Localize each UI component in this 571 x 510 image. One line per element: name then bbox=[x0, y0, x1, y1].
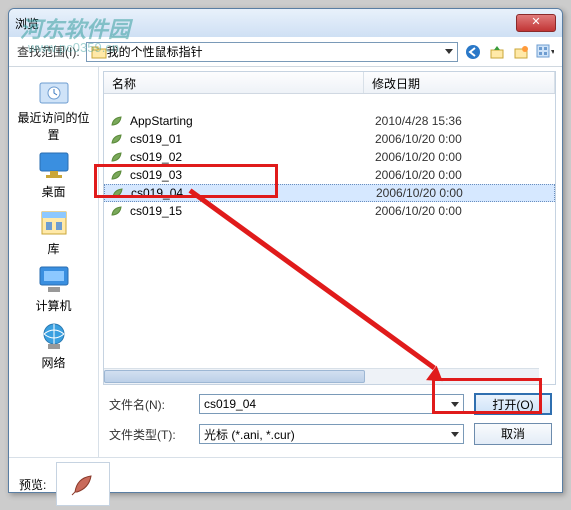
file-name: cs019_01 bbox=[130, 132, 375, 146]
new-folder-icon[interactable] bbox=[512, 43, 530, 61]
file-row[interactable]: cs019_032006/10/20 0:00 bbox=[104, 166, 555, 184]
cursor-file-icon bbox=[111, 187, 125, 199]
sidebar-item-label: 桌面 bbox=[41, 183, 65, 200]
cursor-file-icon bbox=[110, 151, 124, 163]
sidebar-item-network[interactable]: 网络 bbox=[11, 318, 96, 373]
filetype-label: 文件类型(T): bbox=[109, 426, 189, 443]
col-date[interactable]: 修改日期 bbox=[364, 72, 555, 93]
sidebar-item-libraries[interactable]: 库 bbox=[11, 204, 96, 259]
lookin-value: 我的个性鼠标指针 bbox=[107, 43, 445, 60]
file-list[interactable]: 名称 修改日期 AppStarting2010/4/28 15:36cs019_… bbox=[103, 71, 556, 385]
filename-value: cs019_04 bbox=[204, 397, 451, 411]
file-row[interactable]: cs019_042006/10/20 0:00 bbox=[104, 184, 555, 202]
sidebar-item-recent[interactable]: 最近访问的位置 bbox=[11, 73, 96, 145]
sidebar-item-label: 网络 bbox=[41, 354, 65, 371]
back-icon[interactable] bbox=[464, 43, 482, 61]
toolbar: 查找范围(I): 我的个性鼠标指针 bbox=[9, 37, 562, 67]
computer-icon bbox=[36, 263, 72, 295]
folder-icon bbox=[91, 45, 107, 59]
chevron-down-icon bbox=[451, 402, 459, 407]
filetype-combo[interactable]: 光标 (*.ani, *.cur) bbox=[199, 424, 464, 444]
view-menu-icon[interactable] bbox=[536, 43, 554, 61]
filetype-value: 光标 (*.ani, *.cur) bbox=[204, 426, 451, 443]
lookin-combo[interactable]: 我的个性鼠标指针 bbox=[86, 42, 458, 62]
recent-icon bbox=[36, 75, 72, 107]
close-button[interactable]: ✕ bbox=[516, 14, 556, 32]
file-date: 2006/10/20 0:00 bbox=[375, 204, 462, 218]
col-name[interactable]: 名称 bbox=[104, 72, 364, 93]
cancel-button[interactable]: 取消 bbox=[474, 423, 552, 445]
up-folder-icon[interactable] bbox=[488, 43, 506, 61]
sidebar-item-label: 计算机 bbox=[35, 297, 71, 314]
horizontal-scrollbar[interactable] bbox=[104, 368, 539, 384]
file-name: cs019_04 bbox=[131, 186, 376, 200]
preview-bar: 预览: bbox=[9, 457, 562, 510]
file-name: cs019_03 bbox=[130, 168, 375, 182]
window-title: 浏览 bbox=[15, 15, 516, 32]
network-icon bbox=[36, 320, 72, 352]
sidebar-item-label: 库 bbox=[47, 240, 59, 257]
filename-label: 文件名(N): bbox=[109, 396, 189, 413]
leaf-cursor-icon bbox=[69, 470, 97, 498]
file-date: 2006/10/20 0:00 bbox=[375, 168, 462, 182]
cursor-file-icon bbox=[110, 133, 124, 145]
sidebar-item-label: 最近访问的位置 bbox=[13, 109, 94, 143]
file-row[interactable]: AppStarting2010/4/28 15:36 bbox=[104, 112, 555, 130]
file-name: AppStarting bbox=[130, 114, 375, 128]
lookin-label: 查找范围(I): bbox=[17, 43, 80, 60]
libraries-icon bbox=[36, 206, 72, 238]
desktop-icon bbox=[36, 149, 72, 181]
titlebar[interactable]: 浏览 ✕ bbox=[9, 9, 562, 37]
filename-input[interactable]: cs019_04 bbox=[199, 394, 464, 414]
file-date: 2010/4/28 15:36 bbox=[375, 114, 462, 128]
file-row[interactable]: cs019_152006/10/20 0:00 bbox=[104, 202, 555, 220]
file-row[interactable]: cs019_022006/10/20 0:00 bbox=[104, 148, 555, 166]
file-date: 2006/10/20 0:00 bbox=[376, 186, 463, 200]
file-name: cs019_02 bbox=[130, 150, 375, 164]
file-date: 2006/10/20 0:00 bbox=[375, 150, 462, 164]
cursor-file-icon bbox=[110, 169, 124, 181]
list-header: 名称 修改日期 bbox=[104, 72, 555, 94]
cursor-file-icon bbox=[110, 115, 124, 127]
places-sidebar: 最近访问的位置 桌面 库 计算机 网络 bbox=[9, 67, 99, 457]
file-row[interactable]: cs019_012006/10/20 0:00 bbox=[104, 130, 555, 148]
preview-box bbox=[56, 462, 110, 506]
sidebar-item-desktop[interactable]: 桌面 bbox=[11, 147, 96, 202]
chevron-down-icon bbox=[445, 49, 453, 54]
file-open-dialog: 浏览 ✕ 查找范围(I): 我的个性鼠标指针 最近访问的位置 桌面 bbox=[8, 8, 563, 493]
sidebar-item-computer[interactable]: 计算机 bbox=[11, 261, 96, 316]
chevron-down-icon bbox=[451, 432, 459, 437]
cursor-file-icon bbox=[110, 205, 124, 217]
scroll-thumb[interactable] bbox=[104, 370, 365, 383]
file-date: 2006/10/20 0:00 bbox=[375, 132, 462, 146]
open-button[interactable]: 打开(O) bbox=[474, 393, 552, 415]
file-name: cs019_15 bbox=[130, 204, 375, 218]
preview-label: 预览: bbox=[19, 476, 46, 493]
